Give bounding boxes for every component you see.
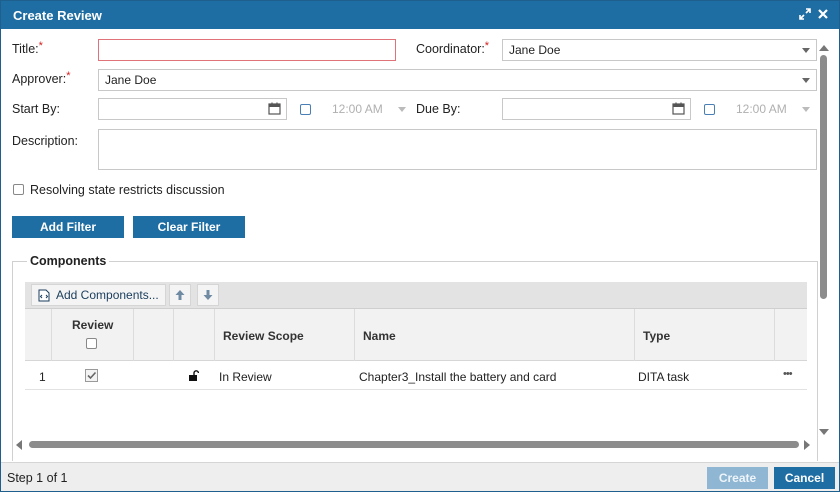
move-up-icon (174, 289, 186, 301)
coordinator-value: Jane Doe (509, 43, 561, 57)
approver-label: Approver:* (12, 70, 71, 86)
expand-icon[interactable] (797, 6, 813, 22)
horizontal-scroll-thumb[interactable] (29, 441, 799, 448)
start-time-checkbox[interactable] (300, 104, 311, 115)
create-review-dialog: Create Review Title:* Coordinator:* Jane… (0, 0, 840, 492)
more-icon[interactable]: ••• (781, 362, 807, 390)
row-number: 1 (39, 370, 46, 384)
horizontal-scrollbar[interactable] (15, 438, 811, 450)
scroll-up-icon[interactable] (819, 41, 829, 55)
description-label: Description: (12, 134, 78, 148)
dialog-titlebar: Create Review (1, 1, 839, 29)
chevron-down-icon (802, 48, 810, 53)
review-cell[interactable] (52, 362, 134, 390)
move-up-button[interactable] (169, 284, 191, 306)
approver-value: Jane Doe (105, 73, 157, 87)
due-time-checkbox[interactable] (704, 104, 715, 115)
resolving-checkbox[interactable] (13, 184, 24, 195)
components-toolbar: Add Components... (25, 282, 807, 309)
resolving-label: Resolving state restricts discussion (30, 183, 225, 197)
start-by-label: Start By: (12, 102, 60, 116)
scroll-right-icon[interactable] (803, 439, 811, 453)
chevron-down-icon (802, 78, 810, 83)
add-components-icon (38, 289, 50, 302)
blank-column-header (134, 309, 174, 361)
name-cell[interactable]: Chapter3_Install the battery and card (359, 362, 635, 390)
cancel-button[interactable]: Cancel (774, 467, 835, 489)
review-column-header[interactable]: Review (52, 309, 134, 361)
chevron-down-icon[interactable] (802, 107, 810, 112)
move-down-button[interactable] (197, 284, 219, 306)
start-time-input[interactable]: 12:00 AM (332, 102, 383, 116)
create-button[interactable]: Create (707, 467, 768, 489)
coordinator-select[interactable]: Jane Doe (502, 39, 817, 61)
row-number-header (25, 309, 52, 361)
scroll-left-icon[interactable] (15, 439, 23, 453)
title-label: Title:* (12, 40, 43, 56)
approver-select[interactable]: Jane Doe (98, 69, 817, 91)
vertical-scrollbar[interactable] (817, 39, 831, 439)
review-scope-cell: In Review (219, 370, 272, 384)
components-legend: Components (27, 254, 110, 268)
due-by-label: Due By: (416, 102, 461, 116)
due-time-input[interactable]: 12:00 AM (736, 102, 787, 116)
move-down-icon (202, 289, 214, 301)
lock-cell (174, 362, 215, 390)
review-checked-checkbox[interactable] (85, 369, 98, 385)
clear-filter-button[interactable]: Clear Filter (133, 216, 245, 238)
chevron-down-icon[interactable] (398, 107, 406, 112)
dialog-footer: Step 1 of 1 Create Cancel (1, 462, 839, 491)
type-cell: DITA task (638, 370, 690, 384)
calendar-icon[interactable] (268, 102, 281, 118)
step-indicator: Step 1 of 1 (7, 471, 68, 485)
actions-column-header (775, 309, 807, 361)
lock-open-icon (188, 370, 200, 385)
calendar-icon[interactable] (672, 102, 685, 118)
description-input[interactable] (98, 129, 817, 170)
review-select-all-checkbox[interactable] (86, 338, 97, 349)
dialog-title: Create Review (13, 8, 102, 23)
name-column-header[interactable]: Name (355, 309, 635, 361)
type-column-header[interactable]: Type (635, 309, 775, 361)
coordinator-label: Coordinator:* (416, 40, 490, 56)
add-components-button[interactable]: Add Components... (31, 284, 166, 306)
add-filter-button[interactable]: Add Filter (12, 216, 124, 238)
vertical-scroll-thumb[interactable] (820, 55, 827, 299)
close-icon[interactable] (815, 6, 831, 22)
title-input[interactable] (98, 39, 396, 61)
grid-header: Review Review Scope Name Type (25, 309, 807, 361)
review-scope-column-header[interactable]: Review Scope (215, 309, 355, 361)
scroll-down-icon[interactable] (819, 425, 829, 439)
due-date-input[interactable] (502, 98, 691, 120)
table-row[interactable]: 1 In Review Chapter3_Install the battery… (25, 362, 807, 390)
lock-column-header (174, 309, 215, 361)
start-date-input[interactable] (98, 98, 287, 120)
add-components-label: Add Components... (56, 288, 159, 302)
